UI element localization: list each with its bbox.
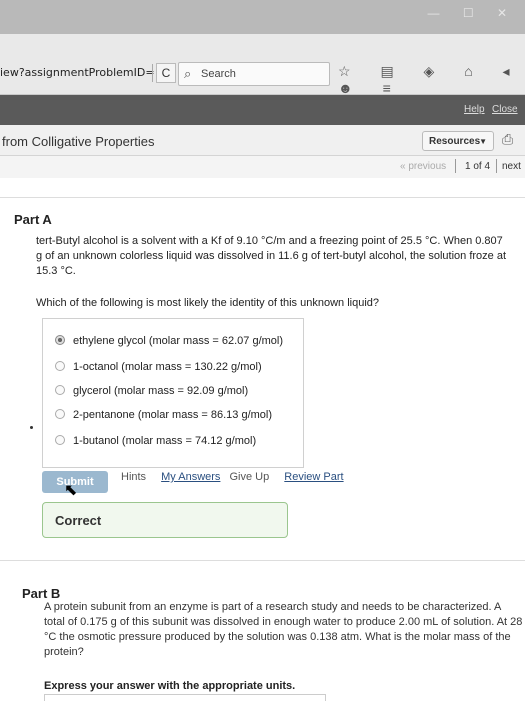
radio[interactable] bbox=[55, 409, 65, 420]
reload-icon[interactable]: C bbox=[156, 63, 176, 83]
previous-link[interactable]: « previous bbox=[400, 161, 446, 172]
pagination-divider bbox=[455, 159, 456, 173]
choice-label: 2-pentanone (molar mass = 86.13 g/mol) bbox=[73, 409, 273, 421]
choice-label: ethylene glycol (molar mass = 62.07 g/mo… bbox=[73, 335, 284, 347]
assignment-title: from Colligative Properties bbox=[2, 134, 155, 149]
feedback-correct: Correct bbox=[42, 502, 288, 538]
hints-link[interactable]: Hints bbox=[121, 471, 146, 483]
answer-actions: Hints My Answers Give Up Review Part bbox=[121, 471, 344, 483]
part-b-instruction: Express your answer with the appropriate… bbox=[44, 680, 296, 692]
radio-selected[interactable] bbox=[55, 335, 65, 346]
app-top-bar bbox=[0, 95, 525, 125]
divider bbox=[0, 560, 525, 561]
part-a-prompt: Which of the following is most likely th… bbox=[36, 297, 380, 309]
choice-ethylene-glycol[interactable]: ethylene glycol (molar mass = 62.07 g/mo… bbox=[55, 335, 283, 347]
chevron-down-icon: ▼ bbox=[479, 137, 487, 146]
page-indicator: 1 of 4 bbox=[465, 161, 491, 172]
part-a-question: tert-Butyl alcohol is a solvent with a K… bbox=[36, 235, 507, 277]
pagination-bar bbox=[0, 156, 525, 178]
choice-label: 1-butanol (molar mass = 74.12 g/mol) bbox=[73, 435, 257, 447]
part-a-title: Part A bbox=[14, 212, 52, 227]
resources-label: Resources bbox=[429, 136, 481, 147]
answer-choices: ethylene glycol (molar mass = 62.07 g/mo… bbox=[42, 318, 304, 468]
choice-1-octanol[interactable]: 1-octanol (molar mass = 130.22 g/mol) bbox=[55, 361, 262, 373]
pagination-divider bbox=[496, 159, 497, 173]
feedback-text: Correct bbox=[55, 513, 102, 528]
choice-label: 1-octanol (molar mass = 130.22 g/mol) bbox=[73, 361, 262, 373]
stray-dot bbox=[30, 426, 33, 429]
window-controls[interactable]: — ☐ ✕ bbox=[428, 6, 517, 20]
next-link[interactable]: next bbox=[502, 161, 521, 172]
search-icon: ⌕ bbox=[184, 66, 192, 81]
close-link[interactable]: Close bbox=[492, 104, 518, 115]
address-bar[interactable]: iew?assignmentProblemID= bbox=[0, 66, 155, 79]
cursor-icon: ⬉ bbox=[64, 482, 78, 499]
search-placeholder: Search bbox=[201, 68, 236, 80]
search-input[interactable]: ⌕ Search bbox=[178, 62, 330, 86]
radio[interactable] bbox=[55, 435, 65, 446]
choice-1-butanol[interactable]: 1-butanol (molar mass = 74.12 g/mol) bbox=[55, 435, 256, 447]
give-up-link[interactable]: Give Up bbox=[229, 471, 269, 483]
my-answers-link[interactable]: My Answers bbox=[161, 471, 220, 483]
part-b-question: A protein subunit from an enzyme is part… bbox=[44, 601, 523, 658]
radio[interactable] bbox=[55, 361, 65, 372]
review-part-link[interactable]: Review Part bbox=[284, 471, 343, 483]
choice-2-pentanone[interactable]: 2-pentanone (molar mass = 86.13 g/mol) bbox=[55, 409, 272, 421]
address-bar-divider bbox=[152, 64, 153, 82]
toolbar-icons[interactable]: ☆ ▤ ◈ ⌂ ◂ ☻ ≡ bbox=[338, 63, 525, 96]
choice-label: glycerol (molar mass = 92.09 g/mol) bbox=[73, 385, 249, 397]
resources-button[interactable]: Resources ▼ bbox=[422, 131, 494, 151]
help-link[interactable]: Help bbox=[464, 104, 485, 115]
radio[interactable] bbox=[55, 385, 65, 396]
part-b-title: Part B bbox=[22, 586, 61, 601]
divider bbox=[0, 197, 525, 198]
choice-glycerol[interactable]: glycerol (molar mass = 92.09 g/mol) bbox=[55, 385, 248, 397]
print-icon[interactable]: ⎙ bbox=[502, 131, 513, 148]
